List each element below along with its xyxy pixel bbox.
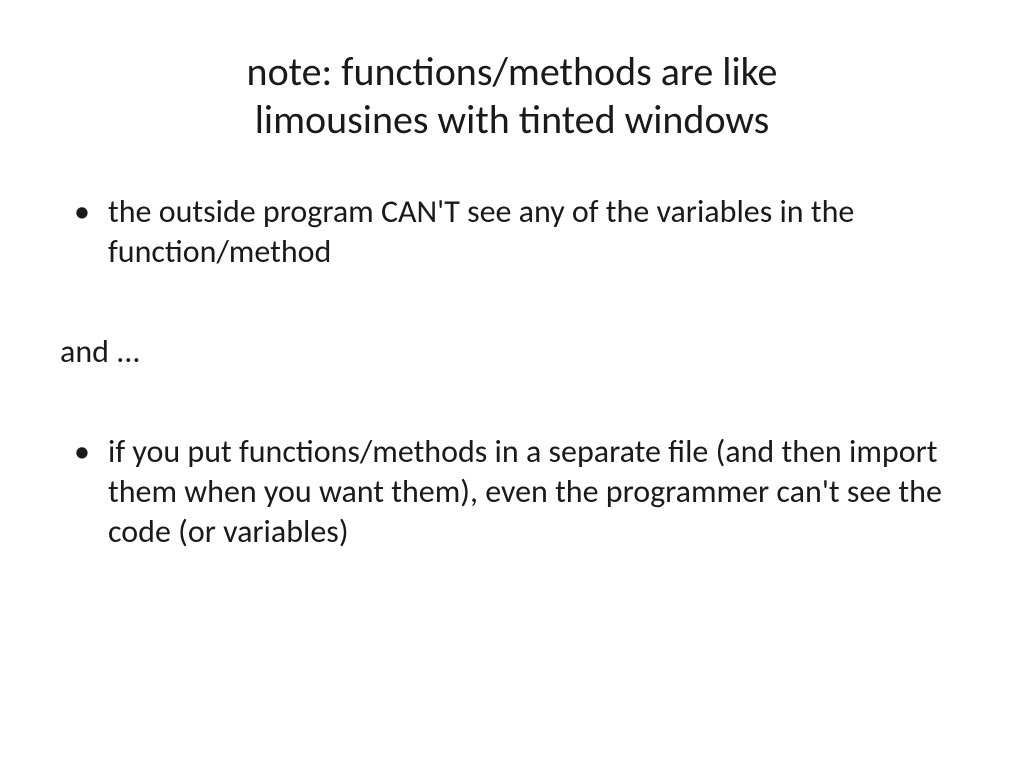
bullet-text: the outside program CAN'T see any of the… (108, 192, 854, 271)
middle-text: and ... (60, 332, 140, 371)
bullet-item: if you put functions/methods in a separa… (60, 432, 964, 552)
slide-title: note: functions/methods are like limousi… (60, 48, 964, 144)
bullet-text: if you put functions/methods in a separa… (108, 432, 942, 551)
plain-text-line: and ... (60, 332, 964, 372)
title-line-2: limousines with tinted windows (255, 95, 770, 144)
bullet-item: the outside program CAN'T see any of the… (60, 192, 964, 272)
title-line-1: note: functions/methods are like (247, 47, 778, 96)
slide-content: the outside program CAN'T see any of the… (60, 192, 964, 552)
